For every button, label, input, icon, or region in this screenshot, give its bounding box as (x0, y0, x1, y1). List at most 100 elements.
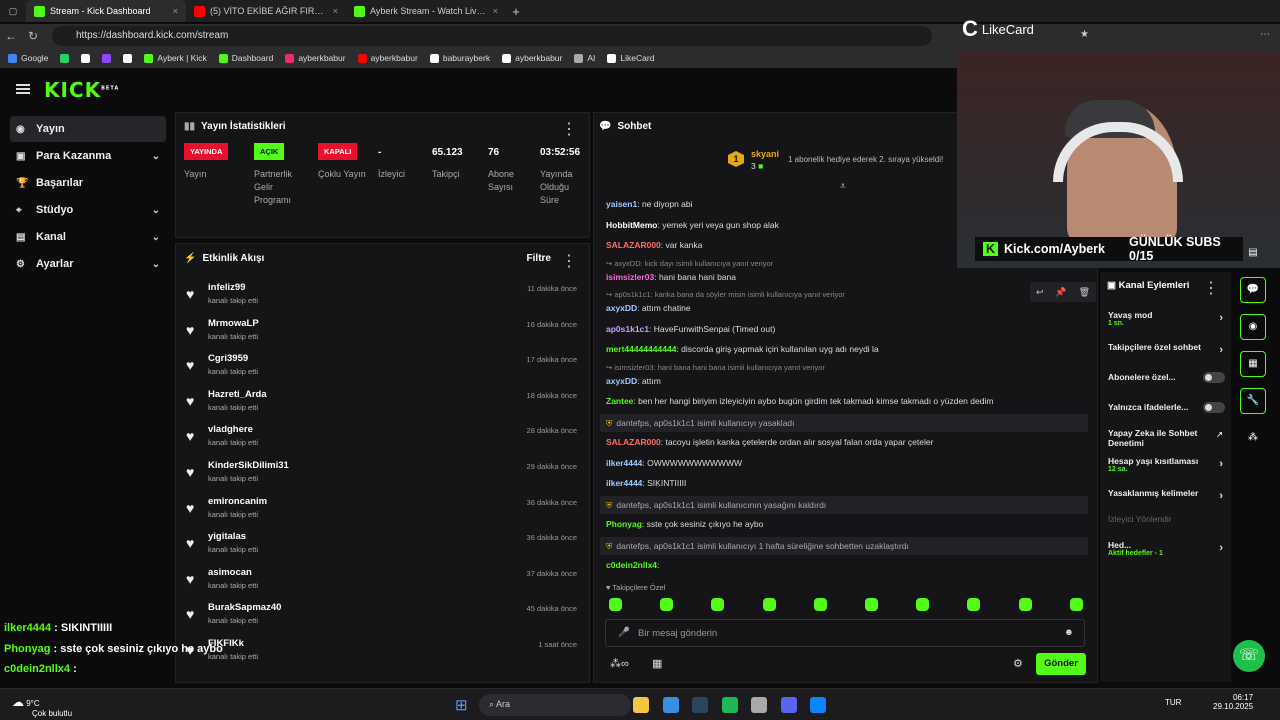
chat-username[interactable]: SALAZAR000 (606, 240, 661, 250)
chat-icon[interactable]: 💬 (1240, 277, 1266, 303)
new-tab-button[interactable]: + (506, 4, 526, 19)
mic-icon[interactable]: 🎤 (618, 627, 630, 638)
bookmark-item[interactable]: Dashboard (218, 53, 273, 63)
chat-username[interactable]: isimsizler03 (606, 272, 654, 282)
language-indicator[interactable]: TUR (1165, 698, 1181, 707)
spotify-icon[interactable] (721, 697, 738, 713)
bookmark-item[interactable] (60, 53, 70, 63)
emoji-icon[interactable]: ☻ (1064, 627, 1074, 638)
tab-close-icon[interactable]: × (173, 6, 178, 16)
obs-icon[interactable] (751, 697, 767, 713)
sidebar-item[interactable]: 🏆 Başarılar (10, 170, 166, 196)
favorite-star-icon[interactable]: ★ (1080, 29, 1089, 40)
chat-username[interactable]: SALAZAR000 (606, 437, 661, 447)
chat-username[interactable]: yaisen1 (606, 199, 637, 209)
channel-action-item[interactable]: Hesap yaşı kısıtlaması 12 sa. › (1100, 456, 1231, 473)
chat-username[interactable]: ilker4444 (606, 478, 642, 488)
collapse-pinned-icon[interactable]: ⩡ (840, 181, 846, 192)
browser-tab[interactable]: Ayberk Stream - Watch Live on Kick × (346, 0, 506, 22)
channel-action-item[interactable]: Abonelere özel... (1100, 372, 1231, 383)
channel-action-item[interactable]: Yapay Zeka ile Sohbet Denetimi ↗ (1100, 428, 1231, 448)
chat-message[interactable]: ilker4444: SIKINTIIIII (600, 475, 1088, 496)
bookmark-item[interactable]: LikeCard (607, 53, 654, 63)
browser-tab[interactable]: Stream - Kick Dashboard × (26, 0, 186, 22)
chat-message[interactable]: Zantee: ben her hangi biriyim izleyiciyi… (600, 393, 1088, 414)
chat-message[interactable]: c0dein2nllx4: (600, 557, 1088, 578)
users-icon[interactable]: ⁂ (1240, 425, 1266, 451)
chat-username[interactable]: ilker4444 (606, 458, 642, 468)
menu-hamburger-icon[interactable] (16, 84, 30, 94)
emote-icon[interactable] (1018, 598, 1032, 611)
wrench-icon[interactable]: 🔧 (1240, 388, 1266, 414)
sidebar-item[interactable]: ▤ Kanal ⌄ (10, 224, 166, 250)
sidebar-item[interactable]: ⌖ Stüdyo ⌄ (10, 197, 166, 223)
channel-action-item[interactable]: İzleyici Yönlendir (1100, 514, 1231, 524)
emote-icon[interactable] (865, 598, 878, 611)
emote-icon[interactable] (916, 598, 930, 611)
activity-more-icon[interactable]: ⋮ (561, 251, 577, 271)
chat-message[interactable]: mert44444444444: discorda giriş yapmak i… (600, 341, 1088, 362)
channel-actions-more-icon[interactable]: ⋮ (1203, 278, 1219, 298)
chat-input[interactable]: 🎤 Bir mesaj gönderin ☻ (605, 619, 1085, 647)
bookmark-item[interactable]: AI (574, 53, 595, 63)
chat-message[interactable]: ap0s1k1c1: HaveFunwithSenpai (Timed out) (600, 321, 1088, 342)
chat-message[interactable]: axyxDD: attım chatine (600, 300, 1088, 321)
emote-icon[interactable] (711, 598, 725, 611)
tab-close-icon[interactable]: × (493, 6, 498, 16)
chat-username[interactable]: Phonyag (606, 519, 642, 529)
bookmark-item[interactable] (102, 53, 112, 63)
list-icon[interactable]: ▤ (1240, 240, 1266, 266)
menu-dots-icon[interactable]: ⋯ (1260, 29, 1270, 40)
refresh-icon[interactable]: ↻ (22, 29, 44, 43)
edge-icon[interactable] (810, 697, 826, 713)
chat-username[interactable]: axyxDD (606, 376, 637, 386)
channel-action-item[interactable]: Takipçilere özel sohbet › (1100, 342, 1231, 356)
emote-icon[interactable] (967, 598, 981, 611)
kick-logo[interactable]: KICKBETA (44, 78, 119, 102)
layout-icon[interactable]: ▦ (1240, 351, 1266, 377)
store-icon[interactable]: ▦ (652, 657, 662, 670)
chat-message[interactable]: axyxDD: attım (600, 373, 1088, 394)
discord-icon[interactable] (780, 697, 797, 713)
chat-username[interactable]: axyxDD (606, 303, 637, 313)
windows-start-icon[interactable]: ⊞ (455, 696, 468, 714)
bookmark-item[interactable] (81, 53, 91, 63)
bookmark-item[interactable]: ayberkbabur (502, 53, 562, 63)
weather-widget[interactable]: ☁ 9°C Çok bulutlu (12, 695, 72, 718)
support-chat-icon[interactable]: ☏ (1233, 640, 1265, 672)
send-button[interactable]: Gönder (1036, 653, 1086, 675)
bookmark-item[interactable]: Ayberk | Kick (144, 53, 207, 63)
taskbar-search[interactable]: ⌕ Ara (479, 694, 631, 716)
channel-action-item[interactable]: Yavaş mod 1 sn. › (1100, 310, 1231, 327)
file-explorer-icon[interactable] (633, 697, 649, 713)
activity-username[interactable]: FIKFIKk (208, 638, 589, 649)
channel-action-item[interactable]: Hed... Aktif hedefler - 1 › (1100, 540, 1231, 557)
emote-icon[interactable] (660, 598, 674, 611)
channel-action-item[interactable]: Yalnızca ifadelerle... (1100, 402, 1231, 413)
chat-username[interactable]: ap0s1k1c1 (606, 324, 649, 334)
filter-button[interactable]: Filtre (527, 253, 551, 264)
bookmark-item[interactable]: ayberkbabur (357, 53, 418, 63)
toggle-switch[interactable] (1203, 372, 1225, 383)
chat-settings-icon[interactable]: ⚙ (1013, 657, 1023, 670)
chat-message[interactable]: Phonyag: sste çok sesiniz çıkıyo he aybo (600, 516, 1088, 537)
channel-action-item[interactable]: Yasaklanmış kelimeler › (1100, 488, 1231, 502)
sidebar-item[interactable]: ⚙ Ayarlar ⌄ (10, 251, 166, 277)
chat-username[interactable]: c0dein2nllx4 (606, 560, 657, 570)
broadcast-icon[interactable]: ◉ (1240, 314, 1266, 340)
url-field[interactable]: https://dashboard.kick.com/stream (52, 26, 932, 46)
sidebar-item[interactable]: ▣ Para Kazanma ⌄ (10, 143, 166, 169)
back-icon[interactable]: ← (0, 29, 22, 43)
bookmark-item[interactable] (123, 53, 133, 63)
browser-tab[interactable]: (5) VİTO EKİBE AĞIR FIRÇA ATIYOR × (186, 0, 346, 22)
sidebar-item[interactable]: ◉ Yayın (10, 116, 166, 142)
steam-icon[interactable] (692, 697, 708, 713)
pinned-user[interactable]: skyani (751, 149, 779, 159)
bookmark-item[interactable]: baburayberk (429, 53, 490, 63)
emote-icon[interactable] (813, 598, 827, 611)
bookmark-item[interactable]: Google (8, 53, 48, 63)
emote-icon[interactable] (1069, 598, 1083, 611)
chat-message[interactable]: ilker4444: OWWWWWWWWWWW (600, 455, 1088, 476)
clock[interactable]: 06:17 29.10.2025 (1213, 693, 1253, 711)
chat-username[interactable]: mert44444444444 (606, 344, 676, 354)
